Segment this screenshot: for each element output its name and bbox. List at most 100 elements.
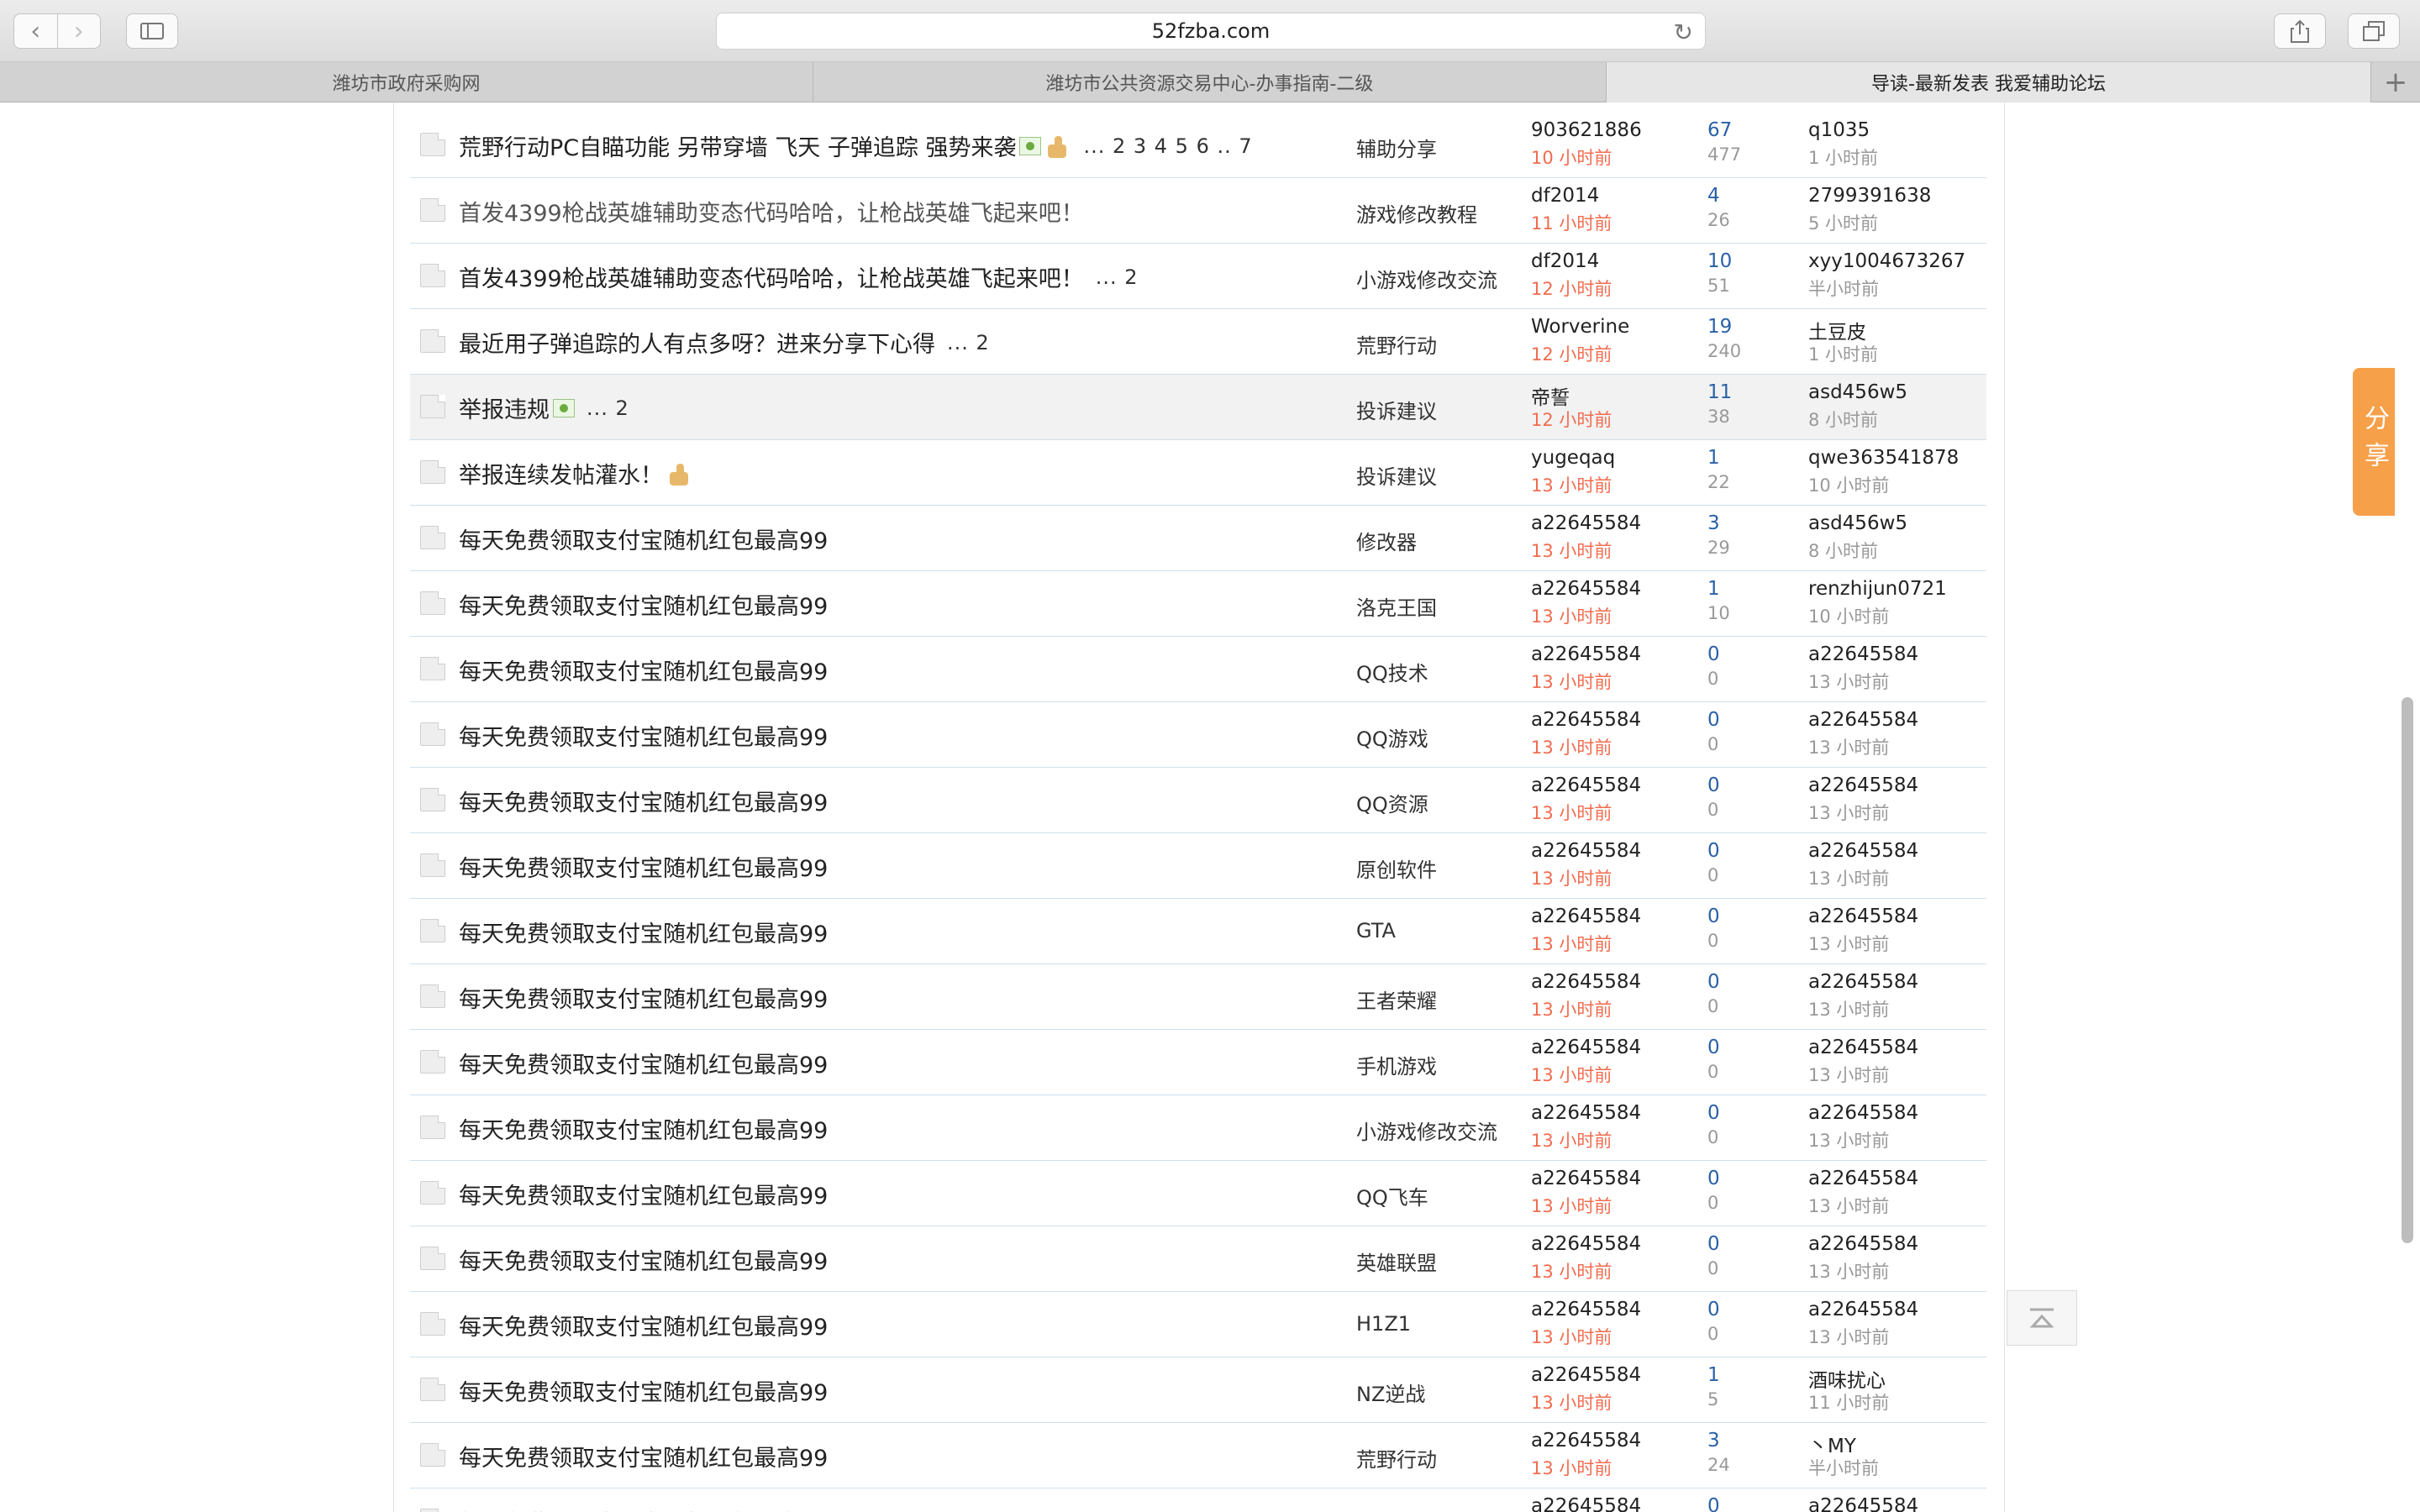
forum-link[interactable]: 小游戏修改交流: [1356, 1116, 1497, 1145]
last-poster-link[interactable]: qwe363541878: [1808, 447, 1959, 469]
author-link[interactable]: a22645584: [1531, 840, 1641, 862]
reply-count[interactable]: 0: [1707, 1037, 1720, 1058]
share-button[interactable]: [2274, 13, 2326, 49]
thread-title-link[interactable]: 每天免费领取支付宝随机红包最高99: [459, 588, 828, 621]
new-tab-button[interactable]: +: [2371, 62, 2420, 102]
thread-title-link[interactable]: 荒野行动PC自瞄功能 另带穿墙 飞天 子弹追踪 强势来袭: [459, 129, 1016, 162]
last-poster-link[interactable]: 2799391638: [1808, 185, 1931, 207]
sidebar-toggle-button[interactable]: [126, 13, 178, 49]
author-link[interactable]: yugeqaq: [1531, 447, 1615, 469]
last-poster-link[interactable]: a22645584: [1808, 643, 1918, 665]
last-poster-link[interactable]: a22645584: [1808, 774, 1918, 796]
thread-title-link[interactable]: 每天免费领取支付宝随机红包最高99: [459, 785, 828, 817]
tab-forum-latest[interactable]: 导读-最新发表 我爱辅助论坛: [1607, 62, 2371, 102]
last-poster-link[interactable]: renzhijun0721: [1808, 578, 1947, 600]
forum-link[interactable]: 投诉建议: [1356, 460, 1437, 490]
tabs-overview-button[interactable]: [2348, 13, 2400, 49]
last-poster-link[interactable]: asd456w5: [1808, 381, 1907, 403]
forum-link[interactable]: H1Z1: [1356, 1312, 1411, 1336]
author-link[interactable]: a22645584: [1531, 512, 1641, 534]
forum-link[interactable]: 手机游戏: [1356, 1050, 1437, 1079]
thread-title-link[interactable]: 每天免费领取支付宝随机红包最高99: [459, 1309, 828, 1341]
last-poster-link[interactable]: asd456w5: [1808, 512, 1907, 534]
scrollbar[interactable]: [2402, 697, 2413, 1243]
author-link[interactable]: Worverine: [1531, 316, 1629, 338]
last-poster-link[interactable]: a22645584: [1808, 971, 1918, 993]
reply-count[interactable]: 3: [1707, 512, 1720, 534]
last-poster-link[interactable]: a22645584: [1808, 840, 1918, 862]
thread-title-link[interactable]: 每天免费领取支付宝随机红包最高99: [459, 522, 828, 555]
author-link[interactable]: 903621886: [1531, 119, 1642, 141]
last-poster-link[interactable]: xyy1004673267: [1808, 250, 1965, 272]
last-poster-link[interactable]: a22645584: [1808, 906, 1918, 927]
last-poster-link[interactable]: a22645584: [1808, 709, 1918, 731]
forum-link[interactable]: 辅助分享: [1356, 133, 1437, 162]
last-poster-link[interactable]: a22645584: [1808, 1495, 1918, 1512]
tab-weifang-resource-center[interactable]: 潍坊市公共资源交易中心-办事指南-二级: [813, 62, 1607, 102]
author-link[interactable]: a22645584: [1531, 578, 1641, 600]
author-link[interactable]: a22645584: [1531, 1430, 1641, 1452]
back-button[interactable]: ‹: [14, 14, 57, 48]
reply-count[interactable]: 0: [1707, 1495, 1720, 1512]
last-poster-link[interactable]: 土豆皮: [1808, 316, 1866, 344]
reply-count[interactable]: 0: [1707, 1102, 1720, 1124]
page-links[interactable]: ... 2: [1096, 265, 1139, 289]
reload-icon[interactable]: ↻: [1674, 18, 1693, 46]
author-link[interactable]: a22645584: [1531, 971, 1641, 993]
thread-title-link[interactable]: 每天免费领取支付宝随机红包最高99: [459, 654, 828, 686]
author-link[interactable]: a22645584: [1531, 906, 1641, 927]
author-link[interactable]: a22645584: [1531, 643, 1641, 665]
reply-count[interactable]: 10: [1707, 250, 1732, 272]
forum-link[interactable]: 投诉建议: [1356, 395, 1437, 424]
author-link[interactable]: a22645584: [1531, 1168, 1641, 1189]
author-link[interactable]: a22645584: [1531, 1037, 1641, 1058]
forum-link[interactable]: 修改器: [1356, 526, 1417, 555]
forward-button[interactable]: ›: [56, 14, 101, 48]
author-link[interactable]: a22645584: [1531, 1102, 1641, 1124]
last-poster-link[interactable]: a22645584: [1808, 1299, 1918, 1320]
reply-count[interactable]: 4: [1707, 185, 1720, 207]
last-poster-link[interactable]: q1035: [1808, 119, 1870, 141]
thread-title-link[interactable]: 每天免费领取支付宝随机红包最高99: [459, 916, 828, 948]
forum-link[interactable]: 洛克王国: [1356, 591, 1437, 621]
share-float-tab[interactable]: 分享: [2353, 368, 2395, 516]
thread-title-link[interactable]: 每天免费领取支付宝随机红包最高99: [459, 1440, 828, 1473]
thread-title-link[interactable]: 每天免费领取支付宝随机红包最高99: [459, 850, 828, 883]
thread-title-link[interactable]: 最近用子弹追踪的人有点多呀？进来分享下心得: [459, 326, 935, 359]
reply-count[interactable]: 67: [1707, 119, 1732, 141]
thread-title-link[interactable]: 首发4399枪战英雄辅助变态代码哈哈，让枪战英雄飞起来吧！: [459, 195, 1084, 228]
tab-weifang-procurement[interactable]: 潍坊市政府采购网: [0, 62, 813, 102]
forum-link[interactable]: QQ技术: [1356, 657, 1428, 686]
forum-link[interactable]: 荒野行动: [1356, 329, 1437, 359]
thread-title-link[interactable]: 举报违规: [459, 391, 550, 424]
author-link[interactable]: 帝誓: [1531, 381, 1570, 410]
forum-link[interactable]: GTA: [1356, 919, 1396, 942]
thread-title-link[interactable]: 首发4399枪战英雄辅助变态代码哈哈，让枪战英雄飞起来吧！: [459, 260, 1084, 293]
author-link[interactable]: a22645584: [1531, 1495, 1641, 1512]
author-link[interactable]: a22645584: [1531, 1233, 1641, 1255]
forum-link[interactable]: 原创软件: [1356, 853, 1437, 883]
thread-title-link[interactable]: 每天免费领取支付宝随机红包最高99: [459, 1374, 828, 1407]
back-to-top-button[interactable]: [2007, 1290, 2077, 1346]
author-link[interactable]: df2014: [1531, 185, 1599, 207]
thread-title-link[interactable]: 每天免费领取支付宝随机红包最高99: [459, 1243, 828, 1276]
forum-link[interactable]: 荒野行动: [1356, 1443, 1437, 1473]
forum-link[interactable]: 游戏修改教程: [1356, 198, 1477, 228]
forum-link[interactable]: QQ游戏: [1356, 722, 1428, 752]
reply-count[interactable]: 1: [1707, 578, 1720, 600]
forum-link[interactable]: 王者荣耀: [1356, 984, 1437, 1014]
reply-count[interactable]: 0: [1707, 643, 1720, 665]
last-poster-link[interactable]: a22645584: [1808, 1102, 1918, 1124]
reply-count[interactable]: 0: [1707, 1233, 1720, 1255]
reply-count[interactable]: 3: [1707, 1430, 1720, 1452]
thread-title-link[interactable]: 每天免费领取支付宝随机红包最高99: [459, 981, 828, 1014]
forum-link[interactable]: QQ飞车: [1356, 1181, 1428, 1210]
thread-title-link[interactable]: 每天免费领取支付宝随机红包最高99: [459, 719, 828, 752]
reply-count[interactable]: 0: [1707, 709, 1720, 731]
thread-title-link[interactable]: 每天免费领取支付宝随机红包最高99: [459, 1178, 828, 1210]
last-poster-link[interactable]: 酒味扰心: [1808, 1364, 1886, 1393]
last-poster-link[interactable]: a22645584: [1808, 1168, 1918, 1189]
reply-count[interactable]: 0: [1707, 971, 1720, 993]
reply-count[interactable]: 0: [1707, 774, 1720, 796]
reply-count[interactable]: 0: [1707, 906, 1720, 927]
